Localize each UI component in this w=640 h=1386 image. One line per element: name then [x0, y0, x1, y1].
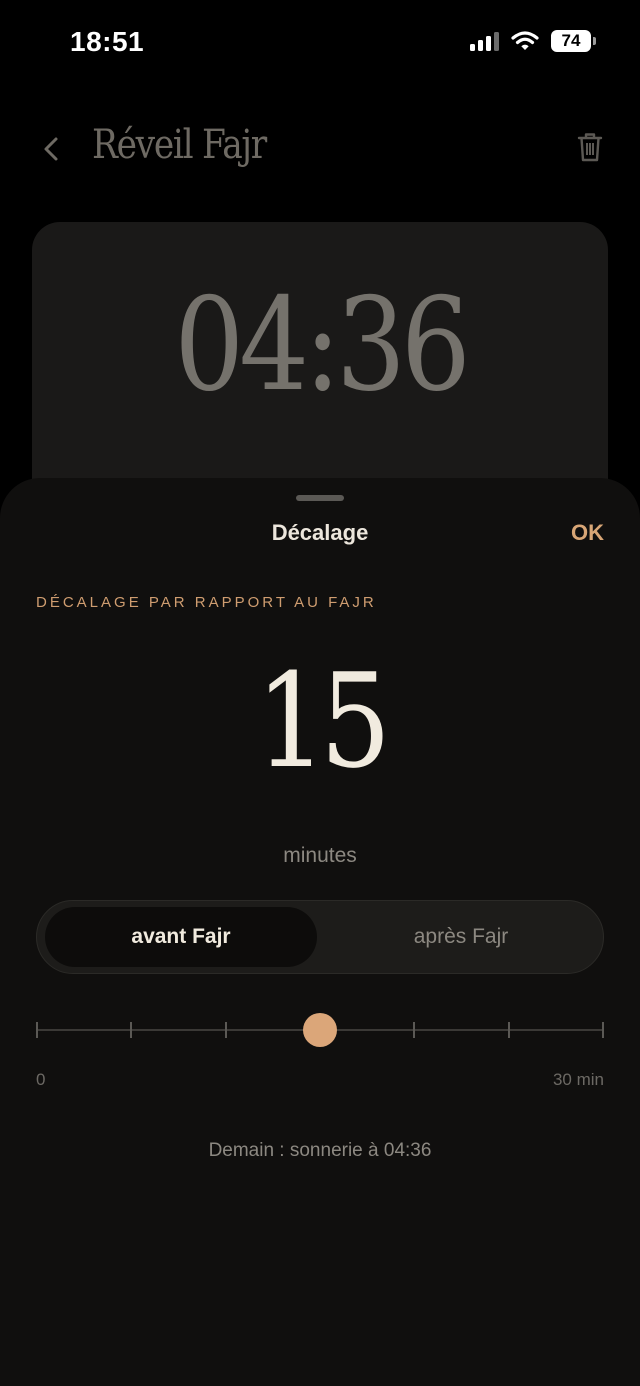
- section-label: DÉCALAGE PAR RAPPORT AU FAJR: [36, 594, 377, 611]
- slider-tick: [36, 1022, 38, 1038]
- before-after-toggle: avant Fajr après Fajr: [36, 900, 604, 974]
- status-time: 18:51: [70, 26, 145, 57]
- sheet-grabber[interactable]: [296, 495, 344, 501]
- page-header: Réveil Fajr: [0, 110, 640, 190]
- alarm-time: 04:36: [174, 271, 471, 420]
- status-bar: 18:51 74: [0, 0, 640, 90]
- wifi-icon: [511, 31, 539, 50]
- offset-value: 15: [255, 645, 391, 797]
- slider-tick: [224, 1022, 227, 1038]
- slider-thumb[interactable]: [303, 1013, 337, 1047]
- slider-tick: [602, 1022, 604, 1038]
- sheet-title: Décalage: [271, 520, 369, 545]
- segment-before-fajr[interactable]: avant Fajr: [45, 907, 317, 967]
- offset-sheet: Décalage OK DÉCALAGE PAR RAPPORT AU FAJR…: [0, 478, 640, 1386]
- chevron-left-icon[interactable]: [38, 132, 66, 166]
- unit-label: minutes: [283, 844, 357, 867]
- slider-max-label: 30 min: [552, 1070, 604, 1089]
- trash-icon[interactable]: [576, 130, 604, 164]
- battery-icon: 74: [551, 30, 596, 52]
- offset-slider[interactable]: [36, 1012, 604, 1048]
- status-icons: 74: [470, 30, 596, 52]
- next-alarm-note: Demain : sonnerie à 04:36: [208, 1140, 432, 1161]
- cellular-signal-icon: [470, 31, 499, 51]
- slider-tick: [413, 1022, 416, 1038]
- page-title: Réveil Fajr: [92, 122, 267, 168]
- slider-tick: [507, 1022, 510, 1038]
- alarm-time-card[interactable]: 04:36: [32, 222, 608, 522]
- segment-after-fajr[interactable]: après Fajr: [325, 907, 597, 967]
- slider-min-label: 0: [36, 1070, 46, 1089]
- ok-button[interactable]: OK: [571, 520, 604, 546]
- slider-tick: [130, 1022, 133, 1038]
- battery-level: 74: [551, 30, 591, 52]
